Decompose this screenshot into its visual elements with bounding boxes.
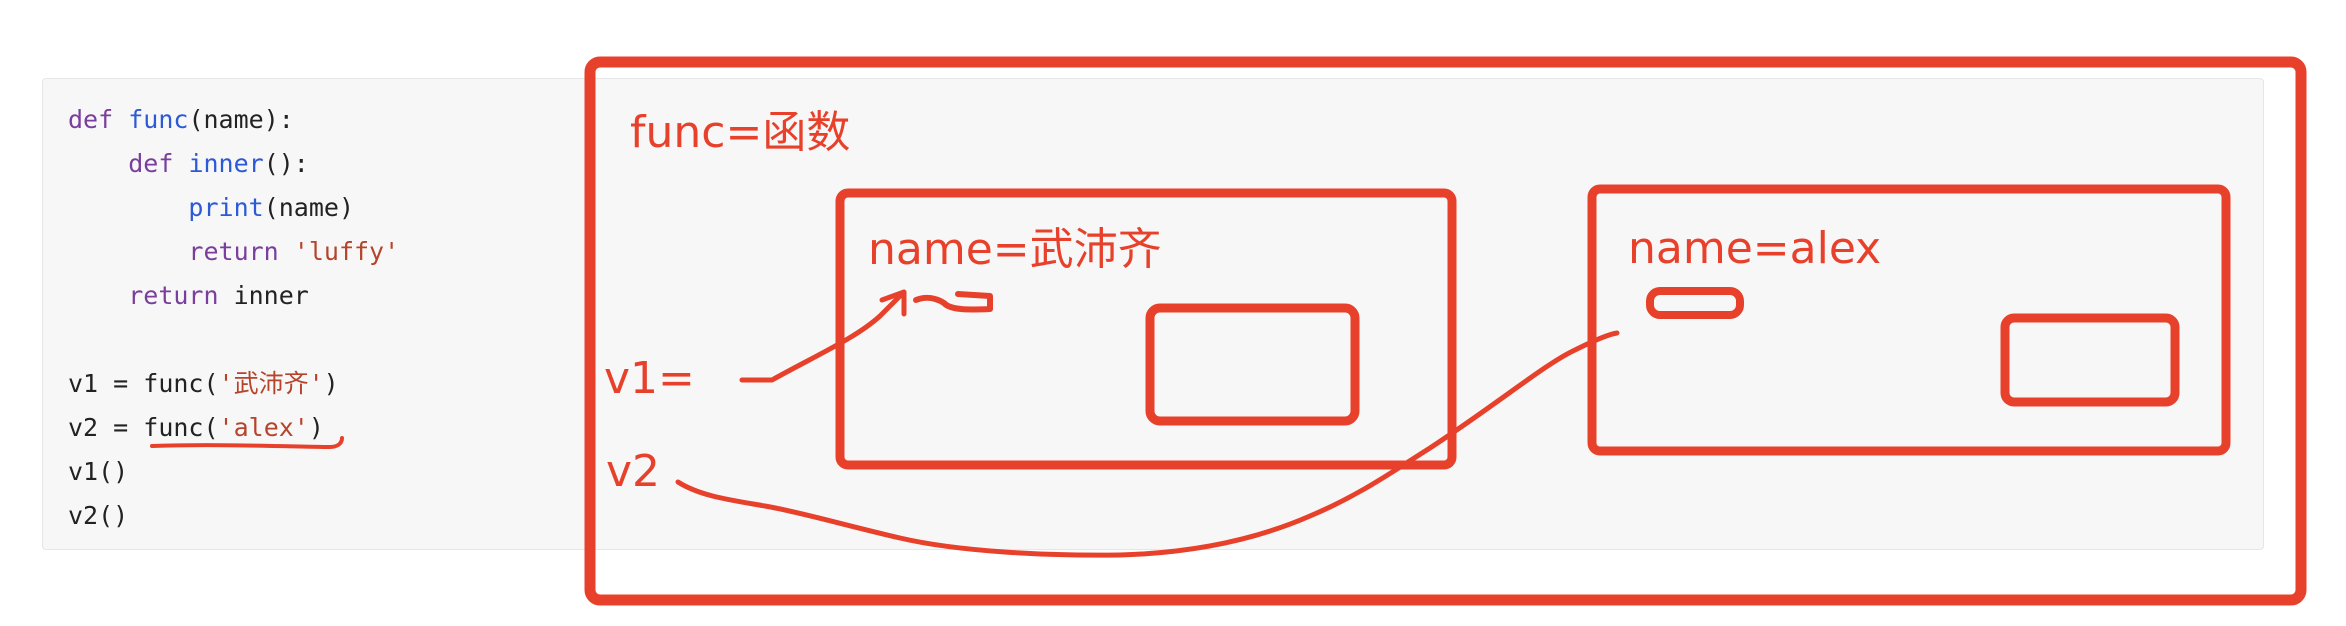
code-listing: def func(name): def inner(): print(name)…: [68, 98, 399, 538]
func-label: func=函数: [630, 107, 851, 158]
code-line: def func(name):: [68, 98, 399, 142]
code-token: 'luffy': [293, 237, 400, 266]
code-token: inner: [218, 281, 309, 310]
code-token: inner: [188, 149, 264, 178]
code-token: v2 =: [68, 413, 144, 442]
code-token: (: [203, 413, 219, 442]
code-line: v1(): [68, 450, 399, 494]
code-token: 'alex': [218, 413, 309, 442]
code-line: print(name): [68, 186, 399, 230]
code-line: def inner():: [68, 142, 399, 186]
v2-label: v2: [606, 446, 661, 497]
code-token: '武沛齐': [218, 369, 324, 398]
code-token: func: [143, 369, 204, 398]
code-token: print: [188, 193, 264, 222]
code-token: v1(): [68, 457, 129, 486]
code-token: (name):: [188, 105, 294, 134]
code-token: func: [128, 105, 189, 134]
code-token: ): [323, 369, 339, 398]
code-line: v2 = func('alex'): [68, 406, 399, 450]
code-token: v1 =: [68, 369, 144, 398]
code-line: return 'luffy': [68, 230, 399, 274]
scope1-name-label: name=武沛齐: [868, 224, 1162, 275]
code-line: return inner: [68, 274, 399, 318]
code-token: def: [68, 105, 114, 134]
code-token: (: [203, 369, 219, 398]
code-token: func: [143, 413, 204, 442]
code-token: return: [128, 281, 219, 310]
code-token: v2(): [68, 501, 129, 530]
code-token: return: [188, 237, 279, 266]
scope2-name-label: name=alex: [1628, 223, 1882, 274]
code-token: ():: [263, 149, 309, 178]
code-token: ): [308, 413, 324, 442]
code-token: (name): [263, 193, 354, 222]
v1-label: v1=: [604, 353, 695, 404]
code-line: v1 = func('武沛齐'): [68, 362, 399, 406]
code-token: def: [128, 149, 174, 178]
code-line: v2(): [68, 494, 399, 538]
